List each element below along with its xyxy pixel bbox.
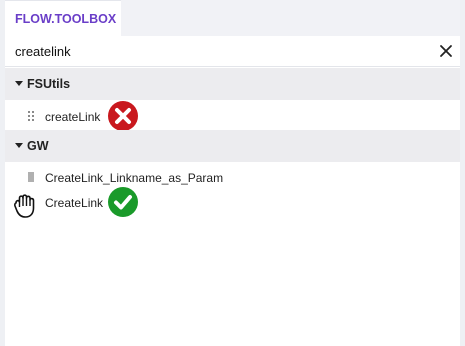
- tab-flow-toolbox[interactable]: FLOW.TOOLBOX: [5, 0, 121, 36]
- chevron-down-icon: [15, 143, 23, 148]
- item-label: createLink: [45, 110, 101, 124]
- group-label: FSUtils: [27, 77, 71, 91]
- close-icon[interactable]: [438, 43, 454, 59]
- group-label: GW: [27, 139, 49, 153]
- item-label: CreateLink: [45, 196, 104, 210]
- list-item[interactable]: createLink: [5, 104, 460, 130]
- chevron-down-icon: [15, 81, 23, 86]
- search-row: [5, 36, 460, 67]
- drag-handle-icon[interactable]: [28, 111, 34, 121]
- grab-hand-icon: [13, 194, 35, 218]
- x-circle-icon: [108, 101, 138, 131]
- list-item[interactable]: CreateLink_Linkname_as_Param: [5, 165, 460, 191]
- group-header-fsutils[interactable]: FSUtils: [5, 68, 460, 100]
- flow-toolbox-panel: FLOW.TOOLBOX FSUtils createLink GW Cr: [0, 0, 465, 346]
- drag-handle-icon[interactable]: [28, 172, 34, 182]
- tab-bar: FLOW.TOOLBOX: [5, 0, 460, 36]
- group-header-gw[interactable]: GW: [5, 130, 460, 162]
- search-input[interactable]: [11, 40, 429, 62]
- list-item[interactable]: CreateLink: [5, 190, 460, 216]
- check-circle-icon: [108, 187, 138, 217]
